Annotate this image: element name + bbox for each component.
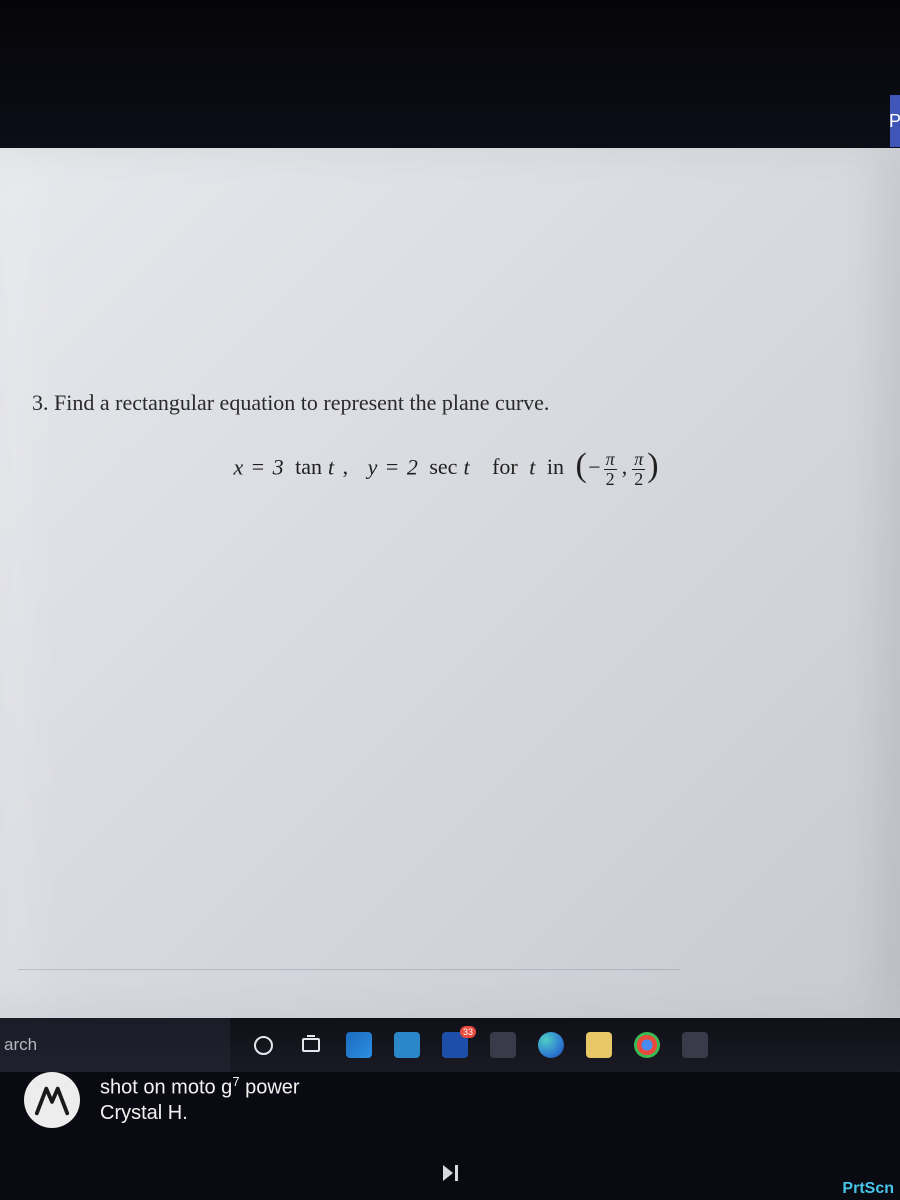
eq-y-coeff: 2 xyxy=(407,454,418,479)
eq-x-var: x xyxy=(233,454,243,479)
seek-next-icon xyxy=(436,1160,464,1186)
problem-statement: 3. Find a rectangular equation to repres… xyxy=(32,390,860,416)
close-paren: ) xyxy=(647,447,658,484)
faint-divider xyxy=(18,969,680,970)
cortana-icon[interactable] xyxy=(248,1030,278,1060)
eq-y-var: y xyxy=(368,454,378,479)
equals-sign: = xyxy=(383,454,401,479)
minus-sign: − xyxy=(587,454,602,479)
watermark-line2: Crystal H. xyxy=(100,1100,300,1126)
open-paren: ( xyxy=(575,447,586,484)
search-text: arch xyxy=(4,1035,37,1055)
side-tab[interactable]: P xyxy=(890,95,900,147)
folder-icon[interactable] xyxy=(584,1030,614,1060)
watermark-text: shot on moto g7 power Crystal H. xyxy=(100,1074,300,1127)
store-icon[interactable] xyxy=(344,1030,374,1060)
search-input[interactable]: arch xyxy=(0,1018,230,1072)
problem-number: 3. xyxy=(32,390,49,415)
eq-y-arg: t xyxy=(463,454,469,479)
screen-dark-area-top xyxy=(0,0,900,150)
eq-x-func: tan xyxy=(289,454,328,479)
word-icon[interactable] xyxy=(440,1030,470,1060)
photo-of-screen: P 3. Find a rectangular equation to repr… xyxy=(0,0,900,1200)
equation: x = 3 tant , y = 2 sect for t in (−π2,π2… xyxy=(32,450,860,489)
equals-sign: = xyxy=(249,454,267,479)
in-text: in xyxy=(541,454,570,479)
edge-icon[interactable] xyxy=(536,1030,566,1060)
mail-icon[interactable] xyxy=(392,1030,422,1060)
interval-upper: π2 xyxy=(630,450,647,489)
app-icon[interactable] xyxy=(488,1030,518,1060)
windows-taskbar[interactable]: arch xyxy=(0,1018,900,1072)
side-tab-letter: P xyxy=(890,111,900,132)
keyboard-key-label: PrtScn xyxy=(842,1180,894,1198)
eq-x-arg: t xyxy=(328,454,334,479)
param-var: t xyxy=(529,454,535,479)
eq-y-func: sec xyxy=(423,454,463,479)
app-icon[interactable] xyxy=(680,1030,710,1060)
task-view-icon[interactable] xyxy=(296,1030,326,1060)
interval-lower: π2 xyxy=(602,450,619,489)
problem-prompt: Find a rectangular equation to represent… xyxy=(54,390,549,415)
camera-watermark: shot on moto g7 power Crystal H. xyxy=(24,1072,300,1128)
for-text: for xyxy=(475,454,524,479)
motorola-logo-icon xyxy=(24,1072,80,1128)
comma: , xyxy=(340,454,363,479)
chrome-icon[interactable] xyxy=(632,1030,662,1060)
interval-comma: , xyxy=(619,454,631,479)
eq-x-coeff: 3 xyxy=(273,454,284,479)
watermark-line1: shot on moto g7 power xyxy=(100,1074,300,1101)
document-page: 3. Find a rectangular equation to repres… xyxy=(0,148,900,1018)
document-content: 3. Find a rectangular equation to repres… xyxy=(32,390,860,489)
